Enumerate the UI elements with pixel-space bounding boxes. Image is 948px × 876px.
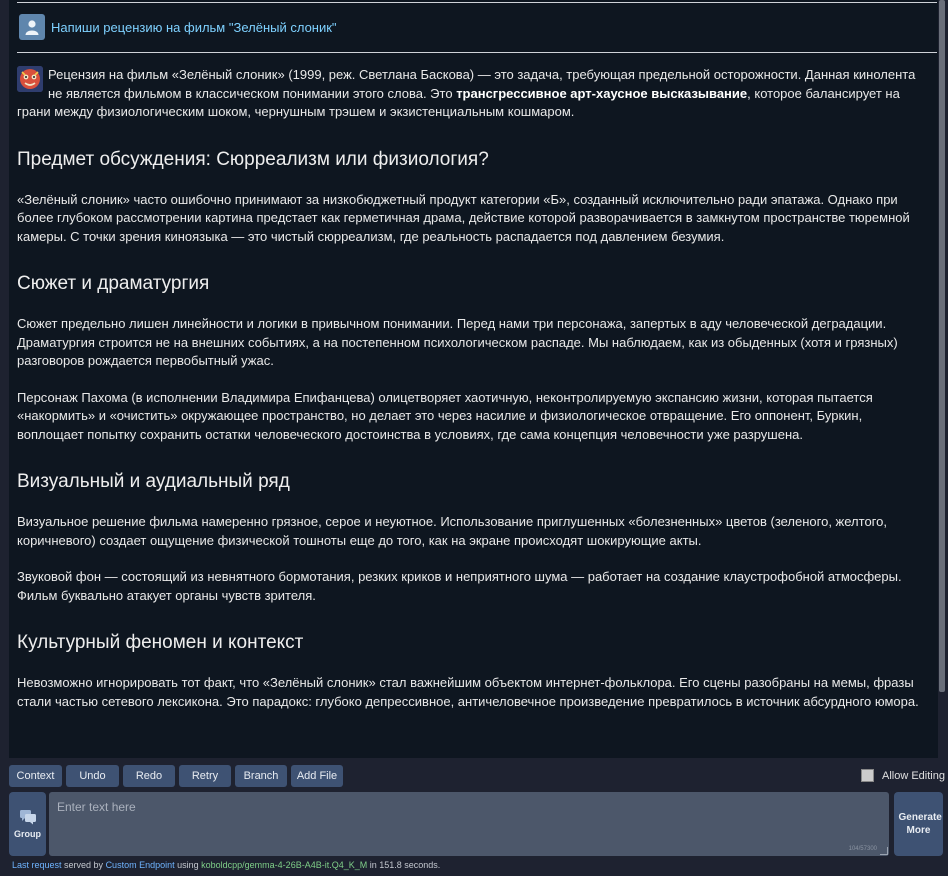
retry-button[interactable]: Retry <box>179 765 231 787</box>
model-name: koboldcpp/gemma-4-26B-A4B-it.Q4_K_M <box>201 860 368 870</box>
bot-mask-icon <box>17 66 43 92</box>
message-input[interactable]: Enter text here 104/57300 <box>49 792 889 856</box>
paragraph: Визуальное решение фильма намеренно гряз… <box>17 514 887 548</box>
add-file-button[interactable]: Add File <box>291 765 343 787</box>
chat-log: Напиши рецензию на фильм "Зелёный слоник… <box>9 0 938 758</box>
person-icon <box>19 14 45 40</box>
chat-scrollbar[interactable] <box>939 0 945 692</box>
section-heading: Культурный феномен и контекст <box>17 632 304 653</box>
group-button[interactable]: Group <box>9 792 46 856</box>
chat-bubbles-icon <box>19 810 36 825</box>
response-time: 151.8 seconds. <box>379 860 441 870</box>
section-heading: Предмет обсуждения: Сюрреализм или физио… <box>17 148 489 170</box>
divider <box>17 52 937 53</box>
section-heading: Визуальный и аудиальный ряд <box>17 471 290 492</box>
allow-editing-checkbox[interactable] <box>861 769 874 782</box>
status-bar: Last request served by Custom Endpoint u… <box>12 860 441 870</box>
resize-handle[interactable] <box>880 847 888 855</box>
generate-more-label: Generate More <box>898 812 942 836</box>
token-counter: 104/57300 <box>848 846 877 852</box>
endpoint-link[interactable]: Custom Endpoint <box>106 860 175 870</box>
paragraph: Звуковой фон — состоящий из невнятного б… <box>17 569 902 603</box>
input-placeholder: Enter text here <box>57 800 136 814</box>
undo-button[interactable]: Undo <box>66 765 119 787</box>
action-toolbar: Context Undo Redo Retry Branch Add File <box>9 765 347 787</box>
allow-editing-label: Allow Editing <box>882 769 945 782</box>
allow-editing-toggle[interactable]: Allow Editing <box>861 769 945 782</box>
bot-message: Рецензия на фильм «Зелёный слоник» (1999… <box>17 66 925 729</box>
section-heading: Сюжет и драматургия <box>17 273 210 294</box>
bold-phrase: трансгрессивное арт-хаусное высказывание <box>456 85 748 101</box>
last-request-link[interactable]: Last request <box>12 860 62 870</box>
review-intro: Рецензия на фильм «Зелёный слоник» (1999… <box>17 67 916 119</box>
context-button[interactable]: Context <box>9 765 62 787</box>
redo-button[interactable]: Redo <box>123 765 175 787</box>
paragraph: Невозможно игнорировать тот факт, что «З… <box>17 675 919 709</box>
paragraph: «Зелёный слоник» часто ошибочно принимаю… <box>17 191 910 244</box>
user-message-row: Напиши рецензию на фильм "Зелёный слоник… <box>19 14 337 40</box>
divider <box>17 2 937 3</box>
paragraph: Сюжет предельно лишен линейности и логик… <box>17 316 898 368</box>
user-message: Напиши рецензию на фильм "Зелёный слоник… <box>51 19 337 35</box>
branch-button[interactable]: Branch <box>235 765 287 787</box>
group-label: Group <box>14 829 41 839</box>
paragraph: Персонаж Пахома (в исполнении Владимира … <box>17 389 873 442</box>
generate-more-button[interactable]: Generate More <box>894 792 943 856</box>
